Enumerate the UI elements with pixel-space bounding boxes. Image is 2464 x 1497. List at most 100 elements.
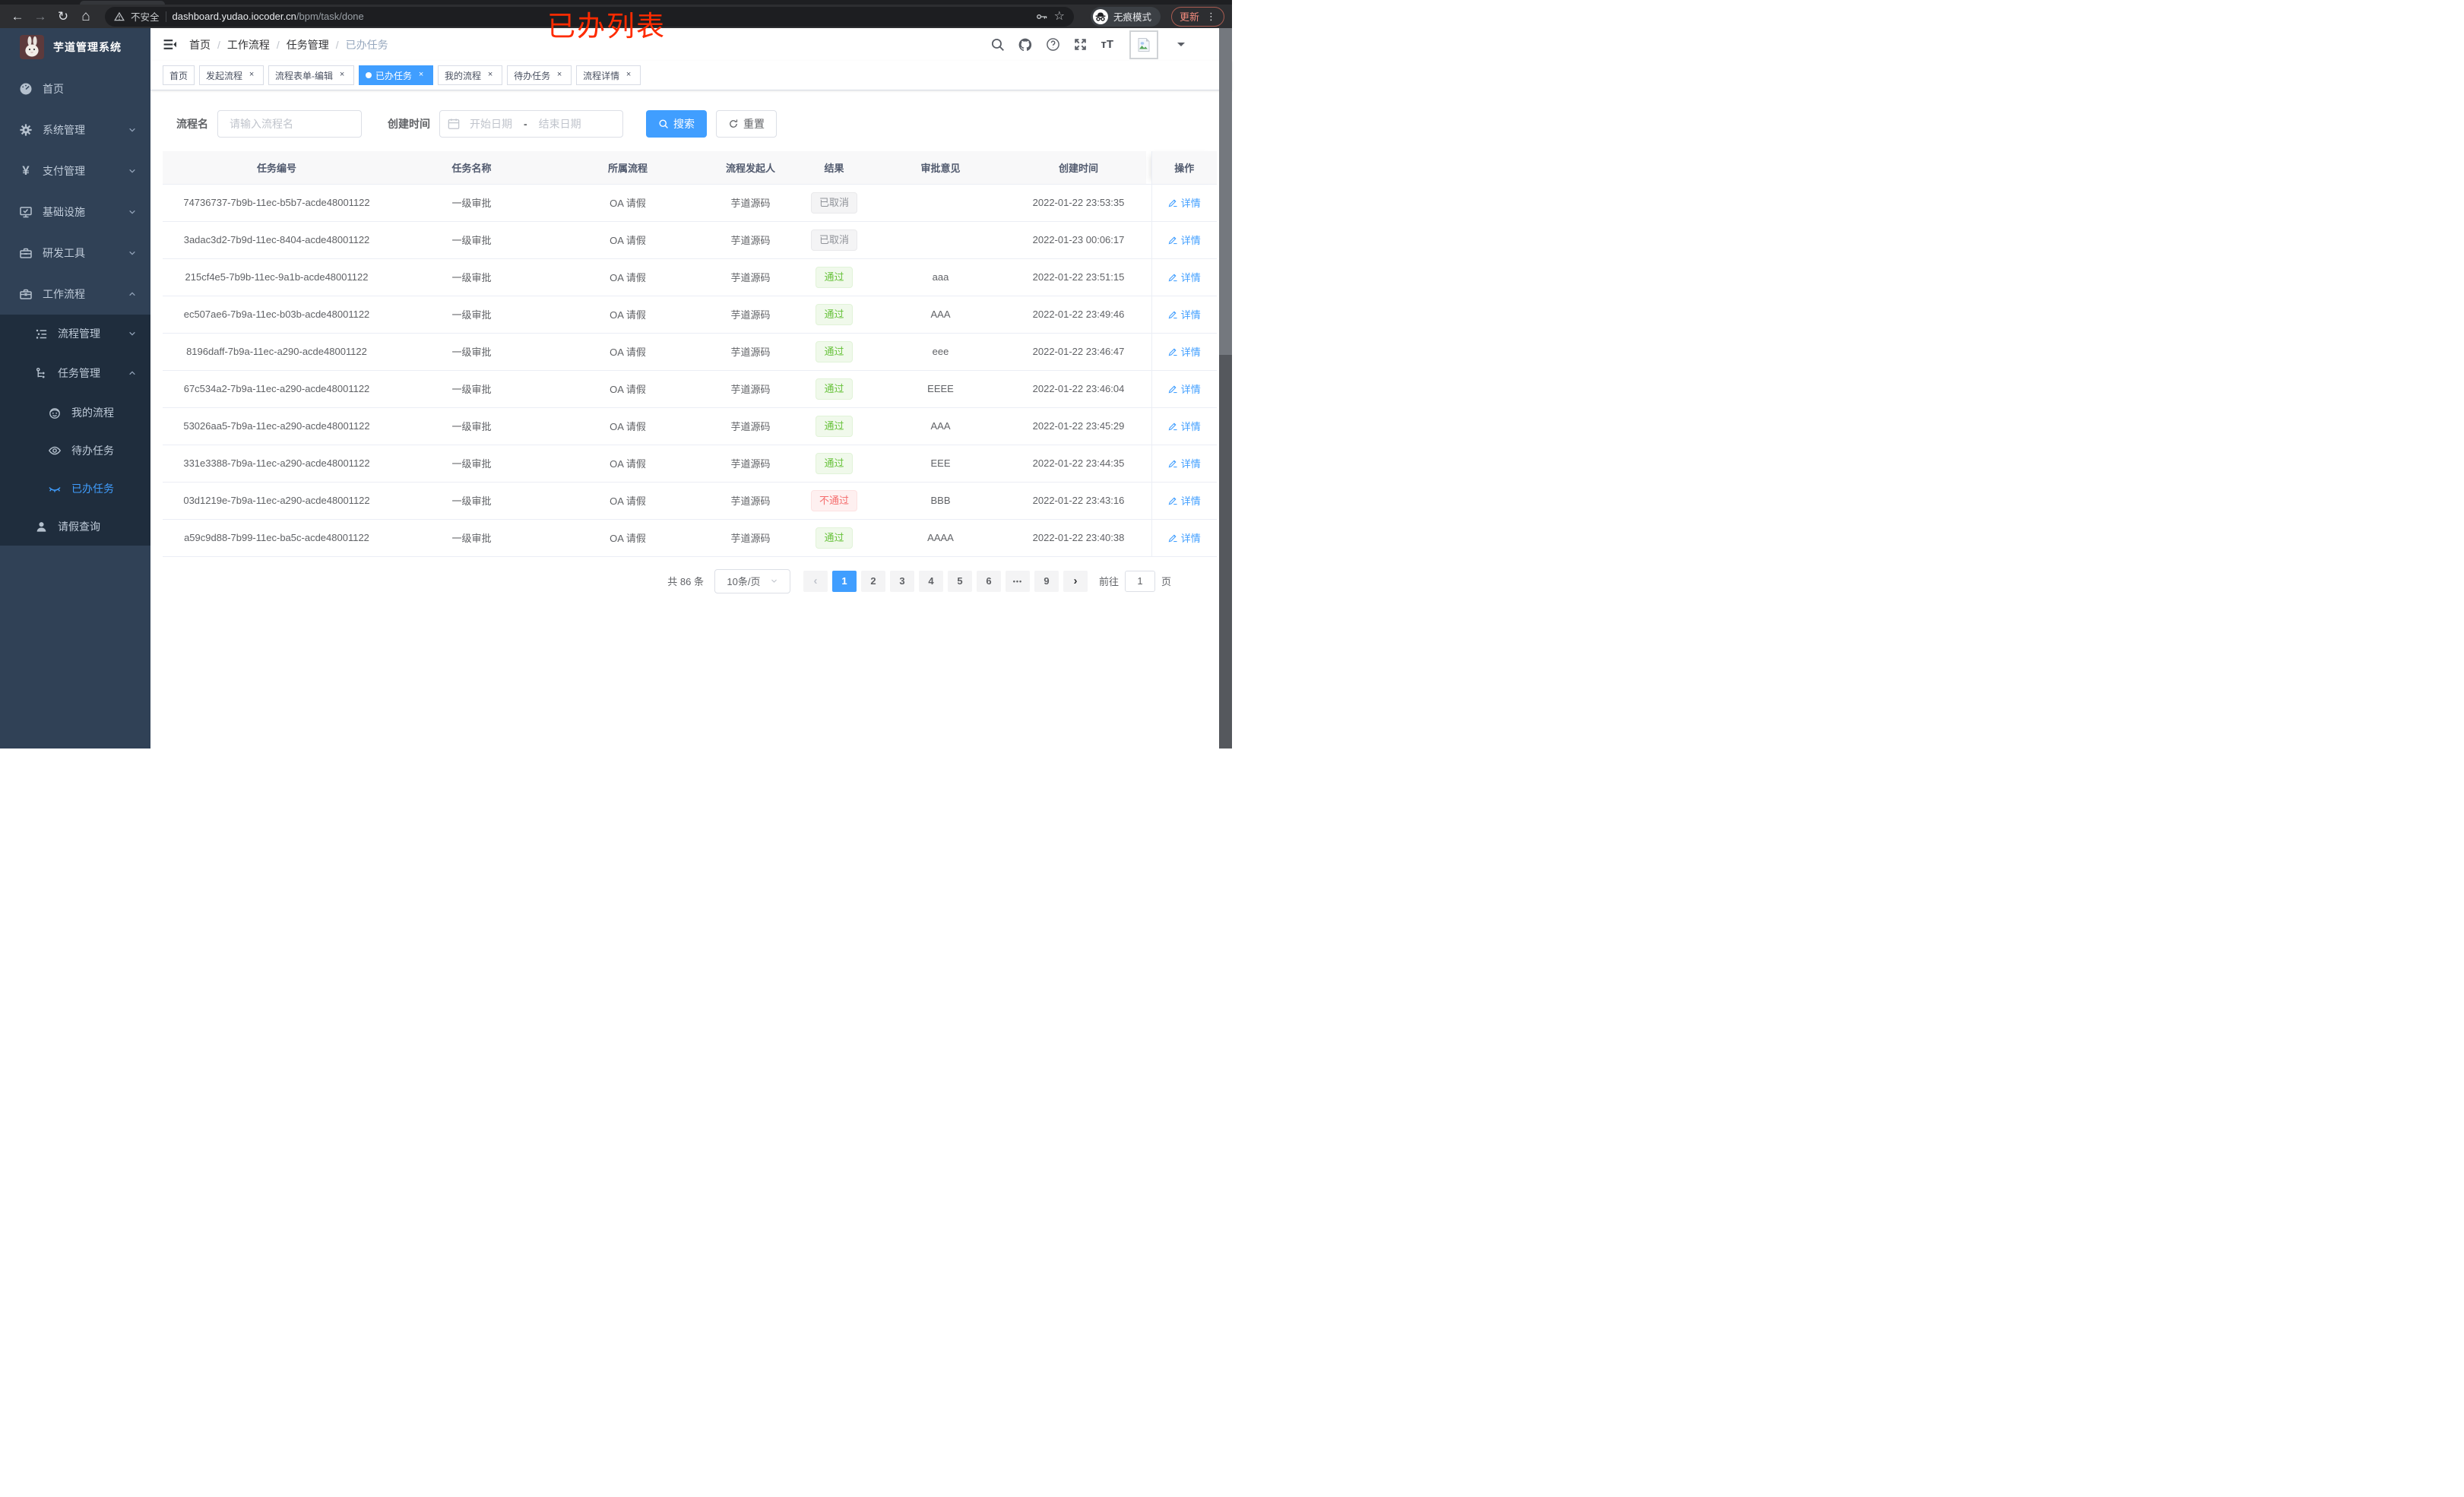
detail-link[interactable]: 详情 [1168, 195, 1201, 210]
view-tab[interactable]: 发起流程 × [199, 65, 264, 85]
detail-link[interactable]: 详情 [1168, 530, 1201, 545]
table-header-row: 任务编号 任务名称 所属流程 流程发起人 结果 审批意见 创建时间 操作 [163, 151, 1217, 185]
update-button[interactable]: 更新 ⋮ [1170, 6, 1224, 27]
search-button-label: 搜索 [673, 118, 695, 130]
goto-page-input[interactable] [1124, 570, 1155, 592]
detail-link[interactable]: 详情 [1168, 493, 1201, 508]
next-page-button[interactable]: › [1063, 570, 1088, 592]
logo-row[interactable]: 芋道管理系统 [0, 28, 150, 66]
sidebar-item-my-process[interactable]: 我的流程 [0, 394, 150, 432]
page-button[interactable]: ••• [1005, 570, 1030, 592]
sidebar-collapse-icon[interactable] [163, 37, 177, 52]
briefcase-icon [18, 287, 33, 301]
detail-link[interactable]: 详情 [1168, 456, 1201, 470]
close-icon[interactable]: × [623, 70, 634, 81]
cell-comment: AAA [870, 296, 1011, 334]
cell-gutter [1146, 445, 1151, 483]
view-tab[interactable]: 已办任务 × [359, 65, 434, 85]
scrollbar-thumb[interactable] [1219, 28, 1232, 355]
view-tab[interactable]: 我的流程 × [438, 65, 503, 85]
font-size-icon[interactable]: ᴛT [1101, 38, 1113, 51]
breadcrumb-workflow[interactable]: 工作流程 [227, 37, 270, 52]
page-button[interactable]: 1 [831, 570, 857, 592]
sidebar-item-workflow[interactable]: 工作流程 [0, 274, 150, 315]
avatar[interactable] [1129, 30, 1158, 59]
breadcrumb-home[interactable]: 首页 [189, 37, 211, 52]
cell-task-id: 74736737-7b9b-11ec-b5b7-acde48001122 [163, 184, 391, 222]
table-row: 67c534a2-7b9a-11ec-a290-acde48001122 一级审… [163, 370, 1217, 408]
detail-link[interactable]: 详情 [1168, 307, 1201, 321]
detail-link[interactable]: 详情 [1168, 344, 1201, 359]
breadcrumb-task-mgmt[interactable]: 任务管理 [287, 37, 329, 52]
detail-link[interactable]: 详情 [1168, 419, 1201, 433]
sidebar-item-devtool[interactable]: 研发工具 [0, 233, 150, 274]
reload-icon[interactable]: ↻ [53, 7, 73, 27]
cell-comment: eee [870, 333, 1011, 371]
cell-process: OA 请假 [553, 445, 703, 483]
address-bar[interactable]: 不安全 dashboard.yudao.iocoder.cn/bpm/task/… [105, 6, 1074, 27]
sidebar-item-infra[interactable]: 基础设施 [0, 191, 150, 233]
detail-link[interactable]: 详情 [1168, 233, 1201, 247]
close-icon[interactable]: × [554, 70, 565, 81]
close-icon[interactable]: × [337, 70, 347, 81]
cell-process: OA 请假 [553, 407, 703, 445]
fullscreen-icon[interactable] [1073, 37, 1088, 52]
sidebar-item-task-mgmt[interactable]: 任务管理 [0, 353, 150, 394]
date-range-picker[interactable]: - [439, 110, 623, 138]
prev-page-button[interactable]: ‹ [803, 570, 828, 592]
home-icon[interactable]: ⌂ [76, 7, 96, 27]
start-date-input[interactable] [463, 118, 519, 130]
browser-tab[interactable] [80, 1, 165, 5]
page-button[interactable]: 4 [918, 570, 943, 592]
detail-link-label: 详情 [1180, 458, 1201, 470]
view-tab[interactable]: 流程详情 × [576, 65, 641, 85]
cell-comment: AAA [870, 407, 1011, 445]
page-button[interactable]: 2 [860, 570, 885, 592]
search-button[interactable]: 搜索 [646, 110, 707, 138]
page-button[interactable]: 6 [976, 570, 1001, 592]
bookmark-star-icon[interactable]: ☆ [1054, 10, 1065, 23]
gear-icon [18, 123, 33, 137]
process-name-input[interactable] [217, 110, 362, 138]
view-tab[interactable]: 流程表单-编辑 × [268, 65, 355, 85]
close-icon[interactable]: × [416, 70, 426, 81]
page-button[interactable]: 9 [1034, 570, 1059, 592]
done-task-table: 任务编号 任务名称 所属流程 流程发起人 结果 审批意见 创建时间 操作 747… [163, 151, 1217, 557]
detail-link[interactable]: 详情 [1168, 270, 1201, 284]
avatar-caret-icon[interactable] [1177, 43, 1185, 50]
reset-button[interactable]: 重置 [716, 110, 777, 138]
page-button[interactable]: 3 [889, 570, 914, 592]
end-date-input[interactable] [531, 118, 588, 130]
key-icon[interactable] [1036, 11, 1048, 23]
close-icon[interactable]: × [246, 70, 257, 81]
back-icon[interactable]: ← [8, 7, 27, 27]
view-tab[interactable]: 待办任务 × [507, 65, 572, 85]
cell-actions: 详情 [1151, 258, 1217, 296]
window-scrollbar[interactable] [1219, 28, 1232, 748]
sidebar-item-pay[interactable]: ¥ 支付管理 [0, 150, 150, 191]
sidebar-item-label: 基础设施 [43, 206, 85, 218]
update-label: 更新 [1179, 11, 1199, 23]
forward-icon[interactable]: → [30, 7, 50, 27]
col-create-time: 创建时间 [1011, 151, 1146, 185]
sidebar-item-home[interactable]: 首页 [0, 68, 150, 109]
sidebar-item-system[interactable]: 系统管理 [0, 109, 150, 150]
browser-menu-icon[interactable]: ⋮ [1206, 11, 1216, 23]
page-button[interactable]: 5 [947, 570, 972, 592]
help-icon[interactable] [1046, 37, 1060, 52]
detail-link[interactable]: 详情 [1168, 381, 1201, 396]
sidebar-item-leave-query[interactable]: 请假查询 [0, 508, 150, 546]
sidebar-item-process-mgmt[interactable]: 流程管理 [0, 315, 150, 353]
view-tab[interactable]: 首页 × [163, 65, 195, 85]
github-icon[interactable] [1018, 37, 1033, 52]
sidebar-item-label: 已办任务 [71, 483, 114, 495]
result-tag: 已取消 [810, 229, 857, 251]
sidebar-item-todo-task[interactable]: 待办任务 [0, 432, 150, 470]
page-size-select[interactable]: 10条/页 [714, 568, 790, 593]
user-icon [33, 521, 49, 533]
edit-pen-icon [1168, 423, 1177, 431]
search-icon[interactable] [990, 37, 1005, 52]
close-icon[interactable]: × [485, 70, 496, 81]
cell-task-id: a59c9d88-7b99-11ec-ba5c-acde48001122 [163, 519, 391, 557]
sidebar-item-done-task[interactable]: 已办任务 [0, 470, 150, 508]
